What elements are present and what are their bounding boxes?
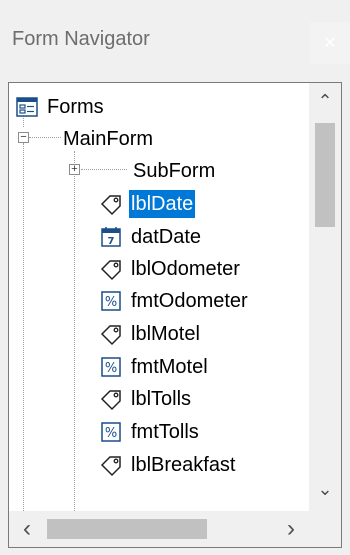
- formatted-field-icon: %: [99, 355, 123, 379]
- tree-item-label: lblMotel: [131, 323, 200, 345]
- scrollbar-corner: [309, 511, 341, 547]
- forms-icon: [15, 95, 39, 119]
- form-navigator-window: Form Navigator ✕ − + Forms MainForm SubF…: [0, 0, 350, 555]
- chevron-down-icon: ⌄: [317, 479, 333, 499]
- label-tag-icon: [99, 387, 123, 411]
- tree-item-lbldate[interactable]: lblDate: [99, 188, 196, 220]
- tree-line: [81, 169, 127, 170]
- svg-text:%: %: [105, 295, 117, 310]
- scroll-down-button[interactable]: ⌄: [309, 479, 341, 500]
- label-tag-icon: [99, 257, 123, 281]
- vertical-scrollbar[interactable]: ⌃ ⌄: [309, 83, 341, 511]
- tree-item-lblbreakfast[interactable]: lblBreakfast: [99, 449, 238, 481]
- tree-item-label: fmtOdometer: [131, 290, 248, 312]
- tree-item-fmttolls[interactable]: % fmtTolls: [99, 416, 201, 448]
- tree-line: [23, 143, 24, 511]
- label-tag-icon: [99, 322, 123, 346]
- tree-item-label: lblOdometer: [131, 258, 240, 280]
- formatted-field-icon: %: [99, 289, 123, 313]
- tree-item-label: fmtMotel: [131, 356, 208, 378]
- tree-line: [74, 151, 75, 511]
- title-bar: Form Navigator ✕: [0, 0, 350, 82]
- collapse-mainform-toggle[interactable]: −: [18, 132, 29, 143]
- formatted-field-icon: %: [99, 420, 123, 444]
- tree-item-label: lblDate: [129, 190, 196, 218]
- tree-panel: − + Forms MainForm SubForm lblDate 7 dat…: [8, 82, 342, 548]
- horizontal-scroll-thumb[interactable]: [47, 519, 207, 539]
- date-field-icon: 7: [99, 225, 123, 249]
- tree-item-label: fmtTolls: [131, 421, 199, 443]
- tree-item-label: Forms: [47, 96, 104, 118]
- expand-subform-toggle[interactable]: +: [69, 164, 80, 175]
- chevron-left-icon: ‹: [23, 515, 31, 542]
- tree-item-forms[interactable]: Forms: [15, 91, 106, 123]
- tree-item-label: lblBreakfast: [131, 454, 236, 476]
- tree-line: [29, 137, 61, 138]
- tree-view[interactable]: − + Forms MainForm SubForm lblDate 7 dat…: [9, 83, 309, 511]
- tree-item-label: MainForm: [63, 128, 154, 150]
- tree-item-label: SubForm: [133, 160, 216, 182]
- chevron-right-icon: ›: [287, 515, 295, 542]
- tree-item-label: datDate: [131, 226, 202, 248]
- tree-item-label: lblTolls: [131, 388, 192, 410]
- vertical-scroll-thumb[interactable]: [315, 123, 335, 227]
- tree-item-fmtmotel[interactable]: % fmtMotel: [99, 351, 210, 383]
- svg-text:%: %: [105, 426, 117, 441]
- label-tag-icon: [99, 453, 123, 477]
- label-tag-icon: [99, 192, 123, 216]
- chevron-up-icon: ⌃: [317, 91, 333, 111]
- tree-item-fmtodometer[interactable]: % fmtOdometer: [99, 285, 250, 317]
- tree-item-lbltolls[interactable]: lblTolls: [99, 383, 193, 415]
- close-button[interactable]: ✕: [310, 22, 350, 64]
- tree-item-subform[interactable]: SubForm: [131, 155, 217, 187]
- horizontal-scrollbar[interactable]: ‹ ›: [9, 511, 309, 547]
- close-icon: ✕: [323, 35, 337, 52]
- tree-item-lblmotel[interactable]: lblMotel: [99, 318, 202, 350]
- svg-text:7: 7: [108, 236, 115, 247]
- tree-item-mainform[interactable]: MainForm: [61, 123, 155, 155]
- window-title: Form Navigator: [12, 28, 150, 50]
- scroll-right-button[interactable]: ›: [275, 515, 307, 543]
- scroll-left-button[interactable]: ‹: [11, 515, 43, 543]
- svg-text:%: %: [105, 361, 117, 376]
- tree-item-datdate[interactable]: 7 datDate: [99, 221, 203, 253]
- scroll-up-button[interactable]: ⌃: [309, 91, 341, 112]
- tree-item-lblodometer[interactable]: lblOdometer: [99, 253, 242, 285]
